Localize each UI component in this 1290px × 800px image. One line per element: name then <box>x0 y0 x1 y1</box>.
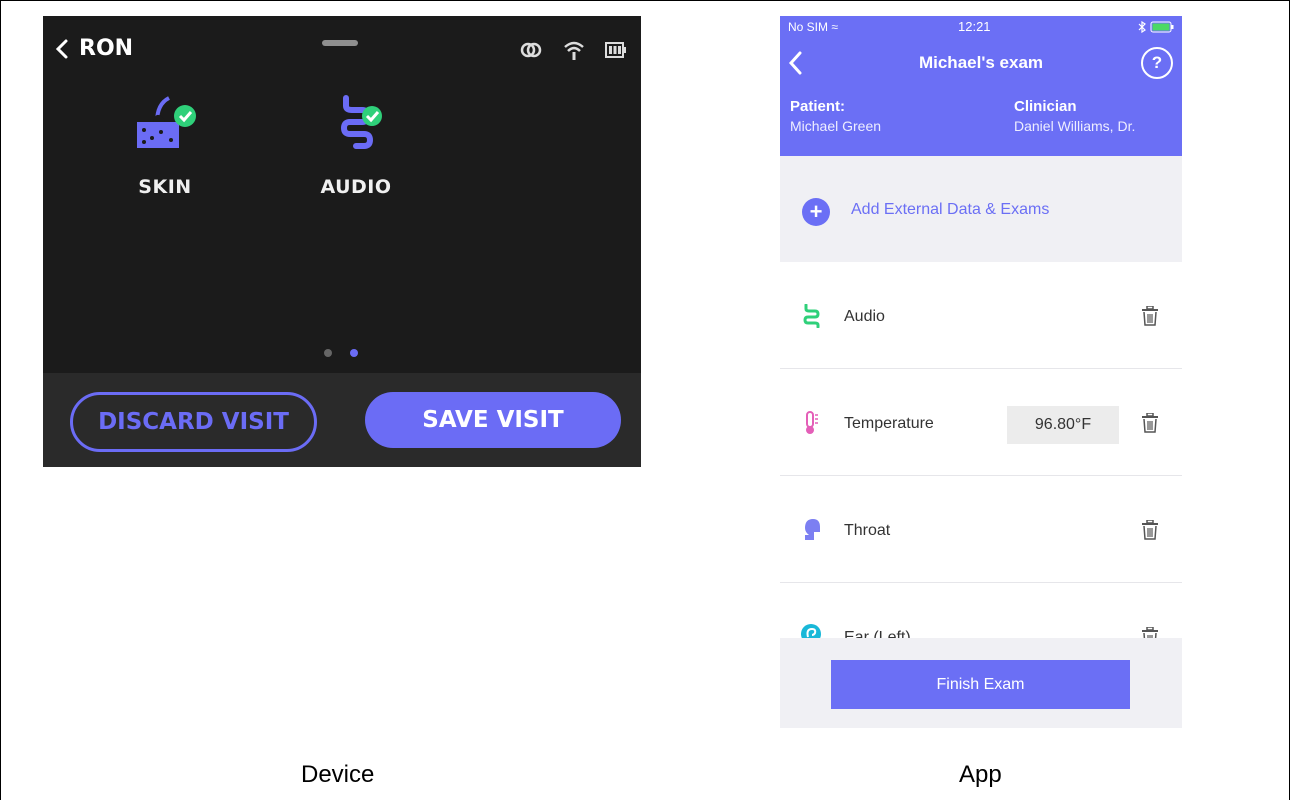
discard-visit-button[interactable]: DISCARD VISIT <box>70 392 317 452</box>
save-visit-button[interactable]: SAVE VISIT <box>365 392 621 448</box>
clinician-block: Clinician Daniel Williams, Dr. <box>1014 97 1135 136</box>
device-screen: RON SKIN AUDIO DISCARD VISIT SAVE VISIT <box>43 16 641 467</box>
tile-audio-label: AUDIO <box>320 176 392 198</box>
exam-name: Audio <box>844 308 885 325</box>
device-action-bar: DISCARD VISIT SAVE VISIT <box>43 373 641 467</box>
battery-icon <box>605 42 626 58</box>
skin-icon <box>137 96 196 148</box>
exam-row-audio[interactable]: Audio <box>780 262 1182 369</box>
ios-status-bar: No SIM ≈ 12:21 <box>780 16 1182 38</box>
page-dot <box>324 349 332 357</box>
page-dot-active <box>350 349 358 357</box>
chevron-left-icon <box>55 39 68 59</box>
status-time: 12:21 <box>958 19 991 34</box>
page-title: Michael's exam <box>918 53 1044 72</box>
status-right <box>1138 21 1176 33</box>
exam-row-temperature[interactable]: Temperature 96.80°F <box>780 369 1182 476</box>
help-button[interactable]: ? <box>1141 47 1173 79</box>
footer: Finish Exam <box>780 638 1182 728</box>
clinician-label: Clinician <box>1014 98 1077 115</box>
clinician-name: Daniel Williams, Dr. <box>1014 118 1136 134</box>
device-top-bar: RON <box>43 16 641 82</box>
exam-name: Temperature <box>844 415 934 432</box>
intestine-icon <box>803 304 820 328</box>
ear-icon <box>801 624 821 638</box>
tile-audio[interactable]: AUDIO <box>286 92 426 198</box>
exam-row-throat[interactable]: Throat <box>780 476 1182 583</box>
patient-block: Patient: Michael Green <box>790 97 881 136</box>
trash-icon[interactable] <box>1141 413 1159 433</box>
patient-clinician-header: Patient: Michael Green Clinician Daniel … <box>780 94 1182 156</box>
device-status-icons <box>519 40 627 60</box>
device-caption: Device <box>301 761 375 788</box>
exam-name: Ear (Left) <box>844 629 911 638</box>
battery-icon <box>1150 21 1174 33</box>
tile-skin-label: SKIN <box>138 176 192 198</box>
exam-row-ear-left[interactable]: Ear (Left) <box>780 583 1182 638</box>
temperature-value[interactable]: 96.80°F <box>1007 406 1119 444</box>
page-indicator <box>324 349 358 357</box>
exam-list: Audio Temperature 96.80°F Throat Ear (Le… <box>780 262 1182 638</box>
exam-name: Throat <box>844 522 891 539</box>
patient-label: Patient: <box>790 98 846 115</box>
app-screen: No SIM ≈ 12:21 Michael's exam ? Patient:… <box>780 16 1182 728</box>
device-back-label: RON <box>79 36 134 61</box>
thermometer-icon <box>806 411 818 434</box>
figure-frame: RON SKIN AUDIO DISCARD VISIT SAVE VISIT … <box>0 0 1290 800</box>
audio-icon <box>340 95 382 149</box>
finish-exam-button[interactable]: Finish Exam <box>831 660 1130 709</box>
app-caption: App <box>959 761 1002 788</box>
wifi-icon <box>564 41 584 60</box>
nav-bar: Michael's exam ? <box>780 38 1182 94</box>
add-external-data-button[interactable]: + Add External Data & Exams <box>780 156 1182 262</box>
patient-name: Michael Green <box>790 118 882 134</box>
wifi-icon: ≈ <box>831 20 838 34</box>
drag-handle[interactable] <box>322 40 358 46</box>
carrier-label: No SIM ≈ <box>788 20 838 34</box>
head-profile-icon <box>805 519 820 540</box>
link-icon <box>520 42 542 58</box>
device-back-button[interactable]: RON <box>55 34 133 64</box>
tile-skin[interactable]: SKIN <box>95 92 235 198</box>
trash-icon[interactable] <box>1141 520 1159 540</box>
trash-icon[interactable] <box>1141 627 1159 638</box>
plus-icon: + <box>802 198 830 226</box>
trash-icon[interactable] <box>1141 306 1159 326</box>
add-external-data-label: Add External Data & Exams <box>851 201 1050 218</box>
bluetooth-icon <box>1138 21 1146 33</box>
